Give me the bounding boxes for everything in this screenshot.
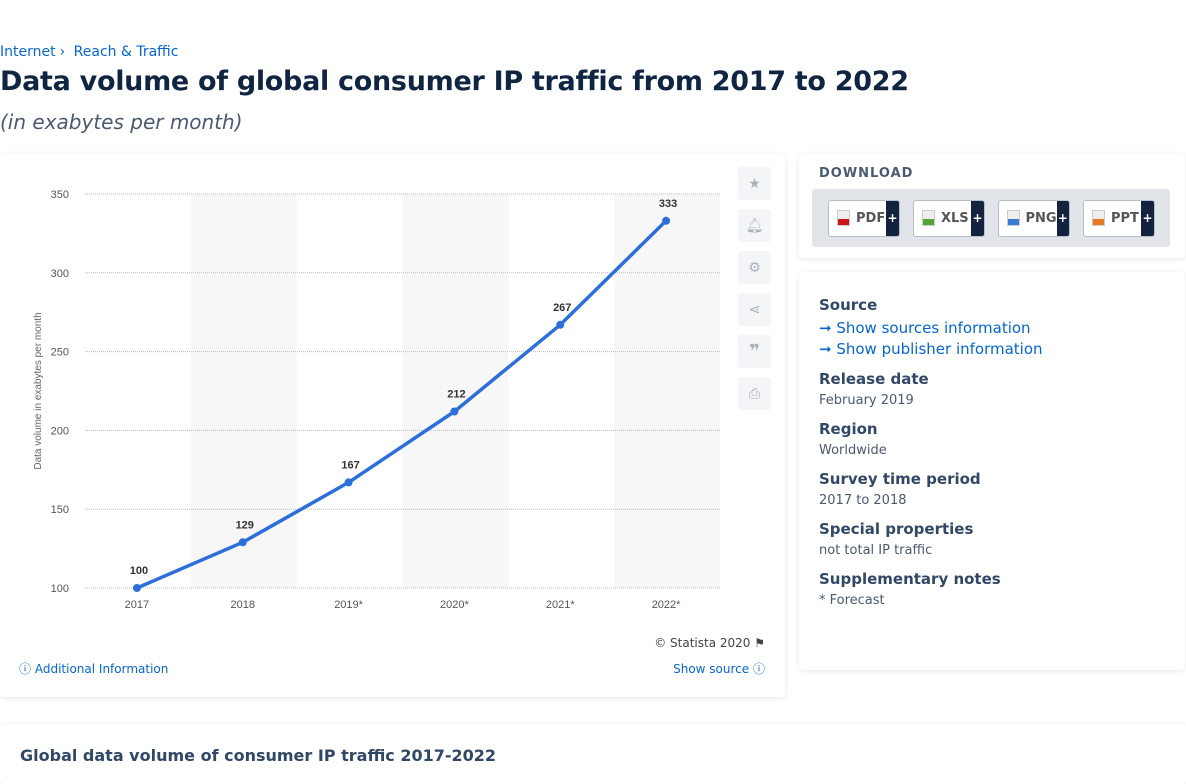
x-tick-label: 2021* [546, 599, 575, 611]
info-icon: ⓘ [752, 662, 765, 676]
info-label: Special properties [819, 520, 974, 538]
download-label: PPT [1111, 210, 1139, 226]
chart-card: 100 150 200 250 300 350 2017 2018 2019* 2020* 2021… [0, 154, 785, 697]
quote-icon[interactable]: ❞ [738, 335, 771, 368]
y-tick-label: 150 [51, 504, 69, 516]
info-value: 2017 to 2018 [819, 493, 907, 508]
info-card: Source ➞ Show sources information ➞ Show… [799, 272, 1185, 670]
bell-icon[interactable]: 🔔︎ [738, 209, 771, 242]
x-tick-label: 2022* [652, 599, 681, 611]
data-point [662, 216, 671, 225]
download-bar: PDF + XLS + PNG + PPT + [812, 189, 1170, 247]
description-title: Global data volume of consumer IP traffi… [20, 746, 497, 765]
page-subtitle: (in exabytes per month) [0, 110, 243, 134]
y-tick-label: 100 [51, 583, 69, 595]
line-chart: 100 150 200 250 300 350 2017 2018 2019* 2020* 2021… [33, 189, 720, 611]
additional-information-link[interactable]: ⓘ Additional Information [19, 660, 168, 677]
info-value: Worldwide [819, 443, 887, 458]
info-value: not total IP traffic [819, 543, 933, 558]
share-icon[interactable]: ⋖ [738, 293, 771, 326]
download-xls-button[interactable]: XLS + [913, 199, 985, 237]
info-icon: ⓘ [19, 662, 32, 676]
x-tick-label: 2017 [125, 599, 149, 611]
description-card: Global data volume of consumer IP traffi… [0, 724, 1186, 784]
data-label: 129 [236, 519, 254, 531]
y-tick-label: 250 [51, 347, 69, 359]
x-tick-label: 2019* [334, 599, 363, 611]
download-ppt-button[interactable]: PPT + [1083, 199, 1155, 237]
plus-icon: + [886, 200, 899, 236]
source-title: Source [819, 296, 878, 314]
download-label: PNG [1025, 210, 1057, 226]
png-file-icon [1007, 210, 1020, 226]
breadcrumb-reach-traffic[interactable]: Reach & Traffic [74, 44, 179, 60]
copyright: © Statista 2020 ⚑ [654, 636, 765, 650]
chart-toolbar: ★ 🔔︎ ⚙ ⋖ ❞ ⎙ [738, 167, 771, 419]
print-icon[interactable]: ⎙ [738, 377, 771, 410]
download-label: XLS [941, 210, 969, 226]
info-label: Survey time period [819, 470, 981, 488]
xls-file-icon [922, 210, 935, 226]
breadcrumb-internet[interactable]: Internet [0, 44, 56, 60]
download-pdf-button[interactable]: PDF + [828, 199, 900, 237]
data-point [238, 538, 247, 547]
data-label: 333 [659, 198, 677, 210]
download-card: DOWNLOAD PDF + XLS + PNG + PPT + [799, 154, 1185, 258]
plus-icon: + [1056, 200, 1069, 236]
plus-icon: + [971, 200, 984, 236]
y-tick-label: 200 [51, 425, 69, 437]
show-source-link[interactable]: Show source ⓘ [673, 660, 765, 677]
y-tick-label: 300 [51, 268, 69, 280]
gear-icon[interactable]: ⚙ [738, 251, 771, 284]
download-label: PDF [856, 210, 886, 226]
show-publisher-link[interactable]: ➞ Show publisher information [819, 340, 1043, 358]
plus-icon: + [1141, 200, 1154, 236]
y-axis-label: Data volume in exabytes per month [33, 312, 44, 469]
data-label: 267 [553, 302, 571, 314]
star-icon[interactable]: ★ [738, 167, 771, 200]
data-point [450, 407, 459, 416]
pdf-file-icon [837, 210, 850, 226]
x-tick-label: 2018 [231, 599, 255, 611]
data-label: 100 [130, 565, 148, 577]
info-value: February 2019 [819, 393, 914, 408]
flag-icon[interactable]: ⚑ [754, 636, 765, 650]
info-label: Region [819, 420, 878, 438]
data-label: 167 [341, 459, 359, 471]
info-value: * Forecast [819, 593, 885, 608]
data-label: 212 [447, 388, 465, 400]
y-tick-label: 350 [51, 189, 69, 201]
download-png-button[interactable]: PNG + [998, 199, 1070, 237]
data-point [132, 584, 141, 592]
category-band [614, 194, 720, 588]
info-label: Release date [819, 370, 929, 388]
page-title: Data volume of global consumer IP traffi… [0, 66, 909, 97]
data-point [556, 320, 565, 329]
info-label: Supplementary notes [819, 570, 1001, 588]
download-title: DOWNLOAD [819, 166, 914, 181]
breadcrumb: Internet › Reach & Traffic [0, 44, 179, 60]
show-sources-link[interactable]: ➞ Show sources information [819, 319, 1043, 337]
ppt-file-icon [1092, 210, 1105, 226]
data-point [344, 478, 353, 487]
x-tick-label: 2020* [440, 599, 469, 611]
